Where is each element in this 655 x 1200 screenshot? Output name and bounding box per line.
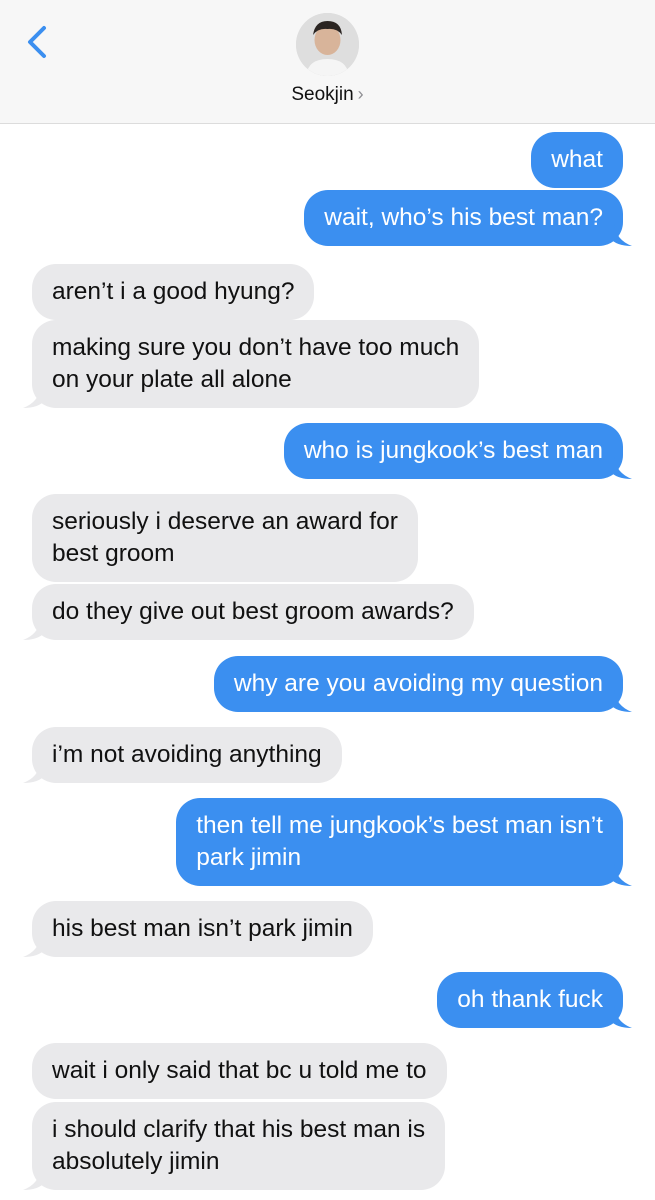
- message-text-line: aren’t i a good hyung?: [52, 278, 295, 305]
- message-text-line: then tell me jungkook’s best man isn’t: [196, 812, 603, 839]
- chevron-left-icon: [28, 26, 46, 58]
- bubble-tail: [610, 1006, 632, 1028]
- conversation-header: Seokjin ›: [0, 0, 655, 124]
- message-text-line: his best man isn’t park jimin: [52, 915, 353, 942]
- contact-photo: [296, 13, 359, 76]
- sent-message-bubble[interactable]: who is jungkook’s best man: [283, 423, 632, 479]
- chevron-right-icon: ›: [357, 84, 364, 104]
- message-text-line: i should clarify that his best man is: [52, 1116, 426, 1143]
- received-message-bubble[interactable]: his best man isn’t park jimin: [23, 901, 373, 957]
- message-text-line: on your plate all alone: [52, 366, 292, 393]
- message-text-line: who is jungkook’s best man: [303, 437, 603, 464]
- received-message-bubble[interactable]: seriously i deserve an award for best gro…: [32, 494, 418, 582]
- message-text-line: absolutely jimin: [52, 1148, 220, 1175]
- received-message-bubble[interactable]: i’m not avoiding anything: [23, 727, 342, 783]
- received-message-bubble[interactable]: making sure you don’t have too much on yo…: [23, 320, 480, 408]
- bubble-tail: [23, 935, 45, 957]
- bubble-tail: [610, 690, 632, 712]
- bubble-tail: [23, 386, 45, 408]
- message-text-line: i’m not avoiding anything: [52, 741, 322, 768]
- bubble-tail: [23, 1168, 45, 1190]
- sent-message-bubble[interactable]: then tell me jungkook’s best man isn’t pa…: [176, 798, 632, 886]
- received-message-bubble[interactable]: aren’t i a good hyung?: [32, 264, 315, 320]
- avatar[interactable]: [296, 13, 359, 76]
- bubble-tail: [610, 224, 632, 246]
- message-text-line: seriously i deserve an award for: [52, 508, 398, 535]
- message-text-line: best groom: [52, 540, 175, 567]
- message-text-line: why are you avoiding my question: [233, 670, 603, 697]
- message-text-line: oh thank fuck: [457, 986, 603, 1013]
- message-text-line: what: [551, 146, 603, 173]
- message-text-line: making sure you don’t have too much: [52, 334, 460, 361]
- received-message-bubble[interactable]: i should clarify that his best man is abs…: [23, 1102, 446, 1190]
- sent-message-bubble[interactable]: what: [531, 132, 623, 188]
- sent-message-bubble[interactable]: wait, who’s his best man?: [304, 190, 632, 246]
- contact-name-button[interactable]: Seokjin ›: [0, 84, 655, 106]
- message-text-line: park jimin: [196, 844, 302, 871]
- contact-name: Seokjin: [291, 84, 354, 105]
- received-message-bubble[interactable]: wait i only said that bc u told me to: [32, 1043, 447, 1099]
- message-text-line: do they give out best groom awards?: [52, 598, 454, 625]
- bubble-tail: [23, 761, 45, 783]
- sent-message-bubble[interactable]: why are you avoiding my question: [213, 656, 632, 712]
- message-text-line: wait, who’s his best man?: [324, 204, 603, 231]
- message-text-line: wait i only said that bc u told me to: [52, 1057, 427, 1084]
- back-button[interactable]: [22, 20, 56, 64]
- bubble-tail: [23, 618, 45, 640]
- received-message-bubble[interactable]: do they give out best groom awards?: [23, 584, 474, 640]
- bubble-tail: [610, 864, 632, 886]
- bubble-tail: [610, 457, 632, 479]
- sent-message-bubble[interactable]: oh thank fuck: [437, 972, 632, 1028]
